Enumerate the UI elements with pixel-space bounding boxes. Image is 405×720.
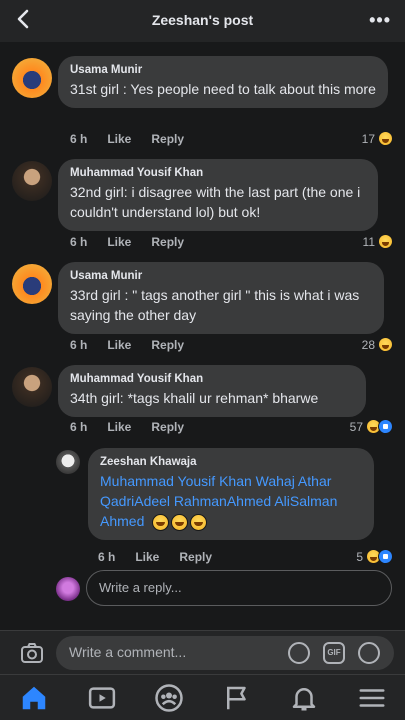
avatar[interactable] bbox=[12, 58, 52, 98]
comments-feed[interactable]: Usama Munir 31st girl : Yes people need … bbox=[0, 42, 405, 630]
gif-icon[interactable]: GIF bbox=[323, 642, 345, 664]
comment-text: 32nd girl: i disagree with the last part… bbox=[70, 184, 361, 220]
comment-text: 33rd girl : " tags another girl " this i… bbox=[70, 287, 360, 323]
reaction-number: 17 bbox=[361, 131, 375, 146]
comment-author[interactable]: Usama Munir bbox=[70, 64, 376, 76]
comment-actions: 6 h Like Reply bbox=[70, 235, 184, 249]
avatar[interactable] bbox=[12, 161, 52, 201]
haha-icon bbox=[378, 337, 393, 352]
avatar[interactable] bbox=[12, 264, 52, 304]
reaction-count[interactable]: 17 bbox=[362, 131, 393, 146]
comment-composer: Write a comment... GIF bbox=[0, 630, 405, 674]
top-bar: Zeeshan's post ••• bbox=[0, 0, 405, 42]
page-title: Zeeshan's post bbox=[151, 12, 254, 28]
mention-links[interactable]: Muhammad Yousif Khan Wahaj Athar QadriAd… bbox=[100, 473, 337, 529]
avatar[interactable] bbox=[12, 367, 52, 407]
laughing-emoji-icon bbox=[152, 513, 208, 531]
camera-icon[interactable] bbox=[20, 641, 44, 665]
flag-icon[interactable] bbox=[222, 683, 252, 713]
comment-text: Muhammad Yousif Khan Wahaj Athar QadriAd… bbox=[100, 471, 362, 531]
comment-author[interactable]: Zeeshan Khawaja bbox=[100, 456, 362, 468]
reaction-number: 5 bbox=[356, 549, 363, 564]
comment-actions: 6 h Like Reply bbox=[98, 550, 212, 564]
sticker-icon[interactable] bbox=[288, 642, 310, 664]
comment-author[interactable]: Usama Munir bbox=[70, 270, 372, 282]
reply-input[interactable]: Write a reply... bbox=[86, 570, 392, 606]
avatar[interactable] bbox=[56, 450, 80, 474]
comment-actions: 6 h Like Reply bbox=[70, 132, 184, 146]
like-reaction-icon bbox=[378, 419, 393, 434]
reply-button[interactable]: Reply bbox=[151, 420, 184, 434]
comment-bubble[interactable]: Usama Munir 31st girl : Yes people need … bbox=[58, 56, 388, 108]
comment-time: 6 h bbox=[70, 132, 88, 146]
reply-button[interactable]: Reply bbox=[179, 550, 212, 564]
reaction-count[interactable]: 5 bbox=[356, 549, 393, 564]
avatar bbox=[56, 577, 80, 601]
comment-author[interactable]: Muhammad Yousif Khan bbox=[70, 373, 354, 385]
comment-text: 31st girl : Yes people need to talk abou… bbox=[70, 81, 376, 97]
reply-row: Write a reply... bbox=[56, 570, 396, 606]
comment-time: 6 h bbox=[70, 338, 88, 352]
reply-button[interactable]: Reply bbox=[151, 235, 184, 249]
comment-actions: 6 h Like Reply bbox=[70, 338, 184, 352]
emoji-icon[interactable] bbox=[358, 642, 380, 664]
bell-icon[interactable] bbox=[289, 683, 319, 713]
comment-bubble[interactable]: Zeeshan Khawaja Muhammad Yousif Khan Wah… bbox=[88, 448, 374, 540]
haha-icon bbox=[378, 131, 393, 146]
more-dots-icon[interactable]: ••• bbox=[369, 10, 391, 31]
comment-text: 34th girl: *tags khalil ur rehman* bharw… bbox=[70, 390, 319, 406]
reaction-count[interactable]: 11 bbox=[363, 234, 393, 249]
reply-button[interactable]: Reply bbox=[151, 132, 184, 146]
like-button[interactable]: Like bbox=[107, 420, 131, 434]
comment-time: 6 h bbox=[70, 420, 88, 434]
like-button[interactable]: Like bbox=[135, 550, 159, 564]
comment-time: 6 h bbox=[98, 550, 116, 564]
reaction-number: 11 bbox=[362, 234, 375, 249]
reply-button[interactable]: Reply bbox=[151, 338, 184, 352]
reaction-number: 57 bbox=[349, 419, 363, 434]
menu-icon[interactable] bbox=[357, 683, 387, 713]
like-button[interactable]: Like bbox=[107, 235, 131, 249]
like-button[interactable]: Like bbox=[107, 338, 131, 352]
comment-author[interactable]: Muhammad Yousif Khan bbox=[70, 167, 366, 179]
reaction-count[interactable]: 57 bbox=[350, 419, 393, 434]
groups-icon[interactable] bbox=[154, 683, 184, 713]
comment-actions: 6 h Like Reply bbox=[70, 420, 184, 434]
comment-bubble[interactable]: Usama Munir 33rd girl : " tags another g… bbox=[58, 262, 384, 334]
video-icon[interactable] bbox=[87, 683, 117, 713]
home-icon[interactable] bbox=[19, 683, 49, 713]
like-button[interactable]: Like bbox=[107, 132, 131, 146]
reaction-number: 28 bbox=[361, 337, 375, 352]
reaction-count[interactable]: 28 bbox=[362, 337, 393, 352]
bottom-tab-bar bbox=[0, 674, 405, 720]
haha-icon bbox=[378, 234, 393, 249]
comment-bubble[interactable]: Muhammad Yousif Khan 32nd girl: i disagr… bbox=[58, 159, 378, 231]
comment-input-placeholder: Write a comment... bbox=[69, 644, 187, 660]
like-reaction-icon bbox=[378, 549, 393, 564]
comment-time: 6 h bbox=[70, 235, 88, 249]
comment-bubble[interactable]: Muhammad Yousif Khan 34th girl: *tags kh… bbox=[58, 365, 366, 417]
